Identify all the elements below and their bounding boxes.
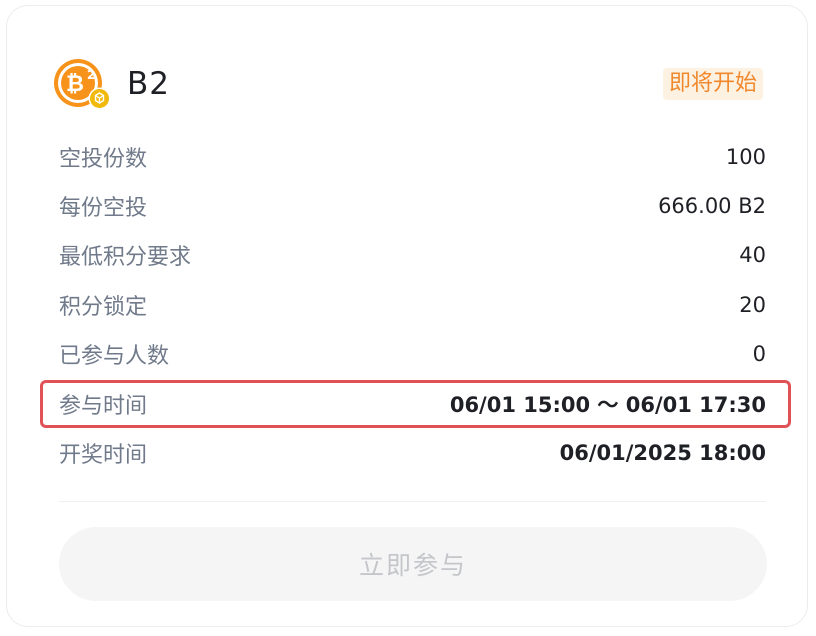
svg-text:₿: ₿: [66, 72, 84, 97]
details-list: 空投份数 100 每份空投 666.00 B2 最低积分要求 40 积分锁定 2…: [59, 132, 766, 478]
bnb-chain-badge-icon: [88, 87, 111, 110]
detail-value: 666.00 B2: [658, 194, 766, 219]
detail-row-points-locked: 积分锁定 20: [59, 280, 766, 329]
detail-value: 20: [739, 292, 766, 317]
detail-label: 空投份数: [59, 146, 148, 172]
detail-row-min-points: 最低积分要求 40: [59, 231, 766, 280]
detail-row-draw-time: 开奖时间 06/01/2025 18:00: [59, 428, 766, 477]
detail-label: 每份空投: [59, 196, 148, 222]
token-name: B2: [127, 66, 170, 102]
detail-row-participation-time: 参与时间 06/01 15:00 ～ 06/01 17:30: [59, 379, 766, 428]
detail-value: 0: [752, 342, 766, 367]
detail-value: 100: [725, 144, 766, 169]
detail-row-amount-per-share: 每份空投 666.00 B2: [59, 181, 766, 230]
detail-label: 已参与人数: [59, 344, 170, 370]
detail-row-participants: 已参与人数 0: [59, 330, 766, 379]
detail-label: 参与时间: [59, 393, 148, 419]
status-badge: 即将开始: [662, 68, 763, 100]
card-header: ₿ 2 B2 即将开始: [53, 58, 763, 110]
token-info: ₿ 2 B2: [53, 58, 170, 110]
detail-value: 06/01/2025 18:00: [559, 441, 766, 466]
detail-label: 最低积分要求: [59, 245, 192, 271]
join-now-button[interactable]: 立即参与: [59, 527, 767, 601]
airdrop-card: ₿ 2 B2 即将开始 空投份数 100 每份空投 666.00 B2 最低积分…: [6, 5, 808, 627]
svg-text:2: 2: [87, 68, 95, 82]
detail-row-airdrop-count: 空投份数 100: [59, 132, 766, 181]
token-logo: ₿ 2: [53, 58, 111, 110]
detail-value: 06/01 15:00 ～ 06/01 17:30: [449, 392, 766, 417]
detail-label: 积分锁定: [59, 294, 148, 320]
detail-label: 开奖时间: [59, 443, 148, 469]
detail-value: 40: [739, 243, 766, 268]
divider: [59, 501, 766, 502]
